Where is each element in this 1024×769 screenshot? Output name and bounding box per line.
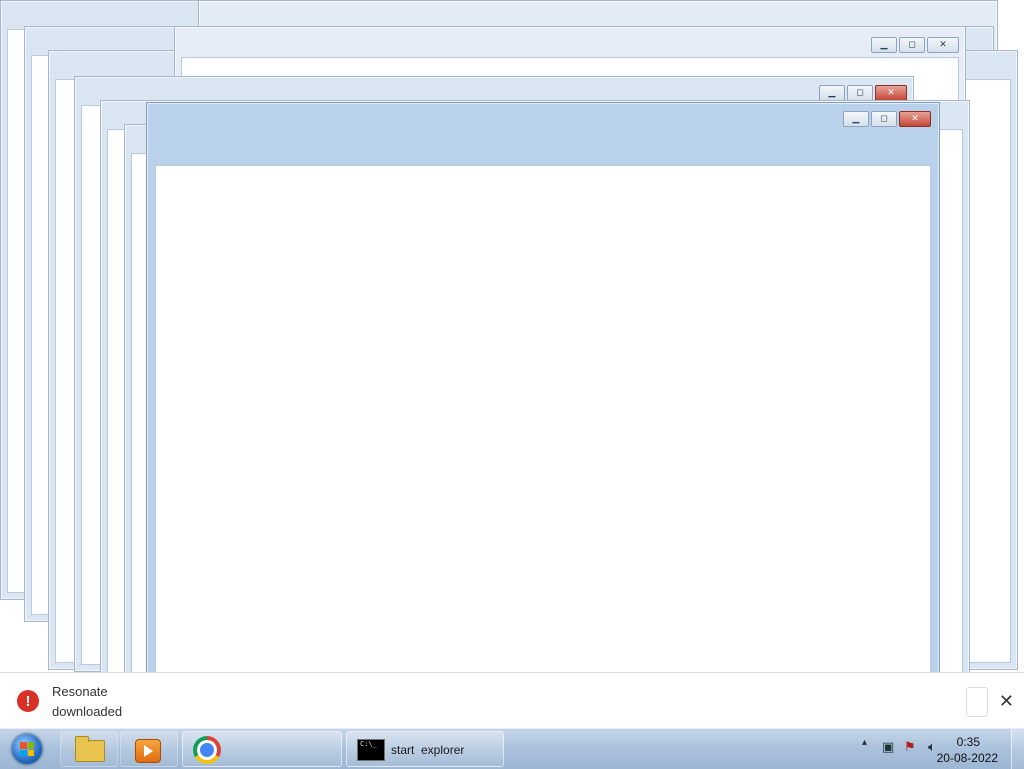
network-icon[interactable]: ▣ bbox=[882, 740, 894, 755]
maximize-button[interactable]: ◻ bbox=[871, 111, 897, 127]
media-player-icon bbox=[135, 739, 161, 763]
show-desktop-button[interactable] bbox=[1011, 729, 1024, 769]
windows-flag-icon bbox=[20, 742, 34, 756]
download-message-line1: Resonate bbox=[52, 684, 108, 699]
error-icon: ! bbox=[17, 690, 39, 712]
minimize-button[interactable]: ▁ bbox=[871, 37, 897, 53]
close-button[interactable]: ✕ bbox=[927, 37, 959, 53]
close-button[interactable]: ✕ bbox=[875, 85, 907, 101]
action-center-flag-icon[interactable]: ⚑ bbox=[904, 740, 916, 755]
taskbar-explorer-button[interactable] bbox=[60, 731, 118, 767]
active-window[interactable]: ▁ ◻ ✕ bbox=[146, 102, 940, 698]
close-button[interactable]: ✕ bbox=[899, 111, 931, 127]
close-icon[interactable]: ✕ bbox=[999, 691, 1014, 712]
taskbar-cmd-window-button[interactable]: C:\_ start explorer bbox=[346, 731, 504, 767]
download-message-line2: downloaded bbox=[52, 704, 123, 719]
volume-icon[interactable]: 🔈︎ bbox=[928, 740, 936, 755]
download-action-box[interactable] bbox=[966, 687, 988, 717]
start-button[interactable] bbox=[4, 731, 50, 767]
maximize-button[interactable]: ◻ bbox=[847, 85, 873, 101]
taskbar: C:\_ start explorer ▴ ▣ ⚑ 🔈︎ 0:35 20-08-… bbox=[0, 728, 1024, 769]
clock-time[interactable]: 0:35 bbox=[957, 735, 980, 749]
window-client-area bbox=[155, 165, 931, 691]
show-hidden-icons-icon[interactable]: ▴ bbox=[862, 737, 867, 748]
maximize-button[interactable]: ◻ bbox=[899, 37, 925, 53]
minimize-button[interactable]: ▁ bbox=[819, 85, 845, 101]
chrome-icon bbox=[193, 736, 221, 764]
cmd-window-label: start explorer bbox=[391, 743, 465, 757]
minimize-button[interactable]: ▁ bbox=[843, 111, 869, 127]
taskbar-media-player-button[interactable] bbox=[120, 731, 178, 767]
download-notification-bar: ! Resonate downloaded ✕ bbox=[0, 672, 1024, 729]
system-tray: ▴ ▣ ⚑ 🔈︎ 0:35 20-08-2022 bbox=[824, 729, 1024, 769]
clock-date[interactable]: 20-08-2022 bbox=[937, 751, 998, 765]
taskbar-chrome-button[interactable] bbox=[182, 731, 342, 767]
folder-icon bbox=[75, 736, 105, 762]
command-prompt-icon: C:\_ bbox=[357, 739, 385, 761]
